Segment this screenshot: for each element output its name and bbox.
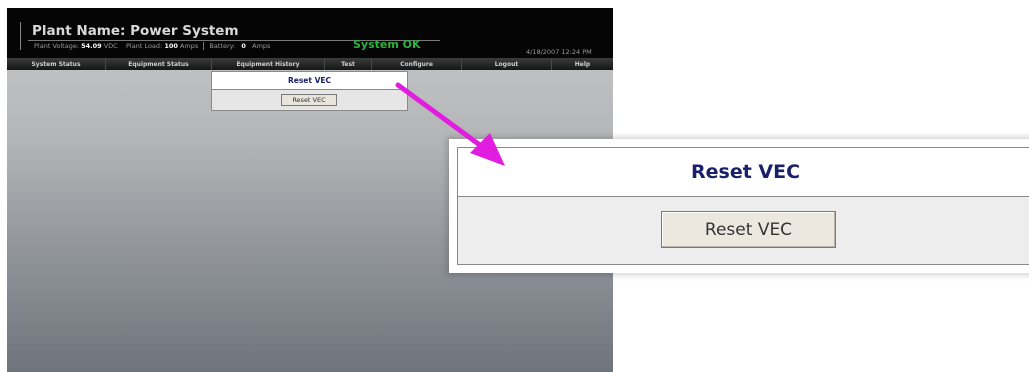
battery-value: 0 — [241, 42, 246, 50]
panel-title: Reset VEC — [212, 72, 407, 90]
nav-equipment-status[interactable]: Equipment Status — [106, 58, 212, 70]
status-badge: System OK — [353, 38, 421, 51]
header-divider — [20, 22, 21, 50]
plant-metrics: Plant Voltage: 54.09 VDC Plant Load: 100… — [34, 42, 270, 50]
nav-configure[interactable]: Configure — [372, 58, 462, 70]
plant-load-label: Plant Load: — [126, 42, 163, 50]
page-title: Plant Name: Power System — [32, 23, 239, 39]
zoomed-panel-header: Reset VEC — [458, 148, 1029, 197]
reset-vec-panel: Reset VEC Reset VEC — [211, 71, 408, 111]
plant-name-label: Plant Name: — [32, 23, 126, 39]
nav-system-status[interactable]: System Status — [7, 58, 106, 70]
zoomed-panel: Reset VEC Reset VEC — [457, 147, 1029, 265]
plant-voltage-label: Plant Voltage: — [34, 42, 80, 50]
zoom-callout: Reset VEC Reset VEC — [449, 139, 1029, 273]
zoomed-panel-title: Reset VEC — [691, 161, 801, 183]
main-nav: System Status Equipment Status Equipment… — [7, 58, 613, 70]
metric-separator — [203, 42, 205, 50]
nav-equipment-history[interactable]: Equipment History — [212, 58, 325, 70]
plant-load-value: 100 — [164, 42, 178, 50]
app-header: Plant Name: Power System Plant Voltage: … — [7, 8, 613, 58]
battery-label: Battery: — [209, 42, 236, 50]
battery-unit: Amps — [252, 42, 271, 50]
nav-help[interactable]: Help — [552, 58, 613, 70]
reset-vec-button[interactable]: Reset VEC — [281, 94, 337, 106]
nav-test[interactable]: Test — [325, 58, 372, 70]
plant-load-unit: Amps — [179, 42, 199, 50]
plant-name: Power System — [130, 23, 239, 39]
zoomed-reset-vec-button[interactable]: Reset VEC — [661, 211, 836, 248]
timestamp: 4/18/2007 12:24 PM — [526, 48, 592, 56]
plant-voltage-value: 54.09 — [81, 42, 102, 50]
plant-voltage-unit: VDC — [103, 42, 118, 50]
nav-logout[interactable]: Logout — [462, 58, 552, 70]
